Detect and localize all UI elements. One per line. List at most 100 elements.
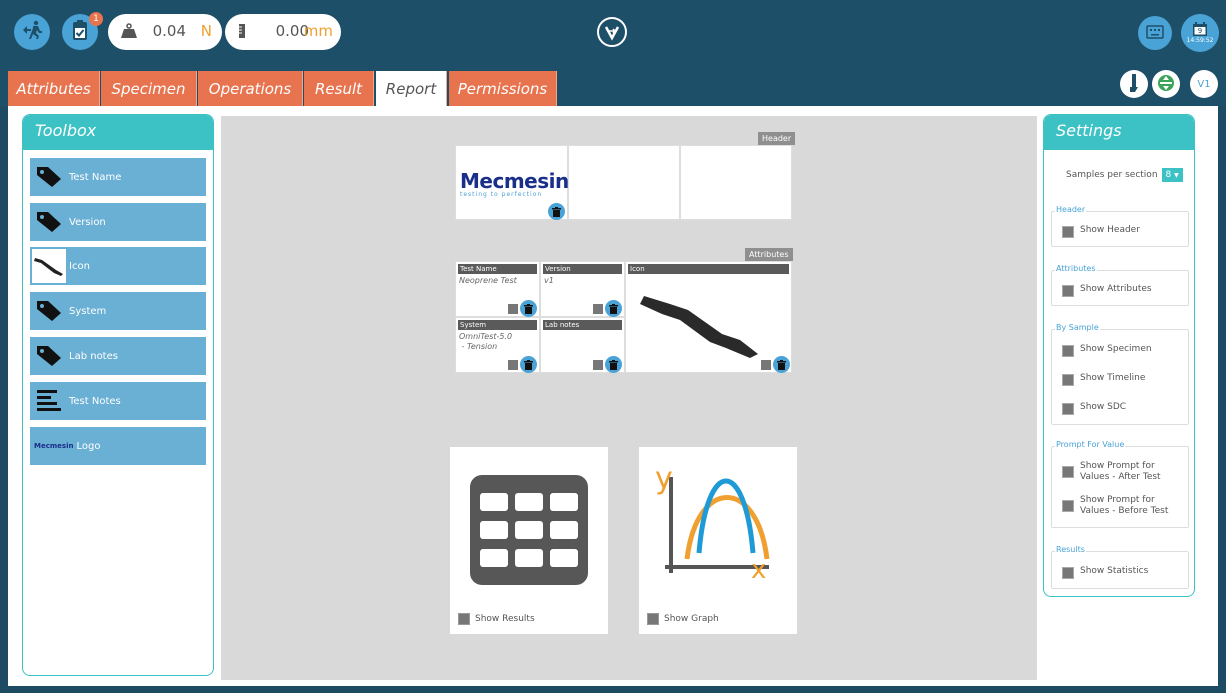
- show-graph-checkbox[interactable]: [647, 613, 659, 625]
- specimen-icon: [1128, 73, 1140, 96]
- header-cell-2[interactable]: [568, 145, 680, 220]
- calendar-day: 9: [1197, 27, 1203, 35]
- show-results-label: Show Results: [475, 614, 535, 624]
- mecmesin-emblem-icon: [597, 17, 627, 47]
- results-card[interactable]: Show Results: [450, 447, 608, 634]
- show-specimen-option[interactable]: Show Specimen: [1062, 344, 1152, 357]
- show-sdc-option[interactable]: Show SDC: [1062, 402, 1126, 415]
- toolbox-item-label: Icon: [69, 260, 90, 272]
- ruler-icon: [237, 23, 247, 43]
- visibility-toggle[interactable]: [593, 360, 603, 370]
- trash-icon: [777, 359, 786, 370]
- toolbox-item-label: Lab notes: [69, 350, 118, 362]
- header-section-tag: Header: [758, 132, 796, 145]
- checkbox[interactable]: [1062, 285, 1074, 297]
- toolbox-item-label: System: [69, 305, 107, 317]
- show-header-option[interactable]: Show Header: [1062, 225, 1140, 238]
- delete-attribute-button[interactable]: [773, 356, 790, 373]
- top-bar: 1 0.04 N 0.00 mm 9 14:59:52: [0, 0, 1226, 64]
- toolbox-item-label: Test Notes: [69, 395, 121, 407]
- attribute-cell-icon[interactable]: Icon: [625, 261, 792, 373]
- tab-operations[interactable]: Operations: [198, 71, 303, 106]
- delete-attribute-button[interactable]: [605, 356, 622, 373]
- settings-group-header: Header Show Header: [1051, 205, 1189, 247]
- toolbox-item-icon[interactable]: Icon: [30, 247, 206, 285]
- trash-icon: [609, 359, 618, 370]
- settings-title: Settings: [1044, 115, 1194, 150]
- show-results-checkbox[interactable]: [458, 613, 470, 625]
- text-lines-icon: [32, 384, 66, 418]
- settings-group-prompt-for-value: Prompt For Value Show Prompt for Values …: [1051, 440, 1189, 528]
- load-readout: 0.04 N: [108, 14, 222, 50]
- chevron-down-icon: ▼: [1174, 172, 1179, 179]
- delete-logo-button[interactable]: [548, 203, 565, 220]
- mecmesin-logo-icon: Mecmesin: [34, 442, 74, 450]
- settings-group-results: Results Show Statistics: [1051, 545, 1189, 589]
- samples-per-section-row: Samples per section 8 ▼: [1066, 168, 1183, 182]
- keyboard-button[interactable]: [1138, 16, 1172, 50]
- toolbox-item-test-notes[interactable]: Test Notes: [30, 382, 206, 420]
- show-prompt-after-option[interactable]: Show Prompt for Values - After Test: [1062, 461, 1184, 483]
- toolbox-item-logo[interactable]: Mecmesin Logo: [30, 427, 206, 465]
- attribute-cell-lab-notes[interactable]: Lab notes: [540, 317, 625, 373]
- visibility-toggle[interactable]: [593, 304, 603, 314]
- clock-time: 14:59:52: [1186, 37, 1214, 44]
- show-statistics-option[interactable]: Show Statistics: [1062, 566, 1148, 579]
- attribute-cell-version[interactable]: Version v1: [540, 261, 625, 317]
- running-person-icon: [21, 20, 43, 44]
- notification-badge: 1: [89, 12, 103, 26]
- delete-attribute-button[interactable]: [605, 300, 622, 317]
- checkbox[interactable]: [1062, 466, 1074, 478]
- header-cell-3[interactable]: [680, 145, 792, 220]
- checkbox[interactable]: [1062, 374, 1074, 386]
- toolbox-item-label: Version: [69, 216, 106, 228]
- toolbox-item-test-name[interactable]: Test Name: [30, 158, 206, 196]
- tab-result[interactable]: Result: [304, 71, 374, 106]
- tab-bar: Attributes Specimen Operations Result Re…: [0, 64, 1226, 106]
- version-badge[interactable]: V1: [1190, 70, 1218, 98]
- graph-y-axis-letter: y: [655, 461, 673, 496]
- tab-attributes[interactable]: Attributes: [8, 71, 100, 106]
- tab-specimen[interactable]: Specimen: [101, 71, 197, 106]
- toolbox-item-system[interactable]: System: [30, 292, 206, 330]
- load-unit: N: [200, 22, 212, 40]
- samples-per-section-label: Samples per section: [1066, 170, 1158, 180]
- visibility-toggle[interactable]: [761, 360, 771, 370]
- show-timeline-option[interactable]: Show Timeline: [1062, 373, 1145, 386]
- tag-icon: [32, 205, 66, 239]
- exit-button[interactable]: [14, 14, 50, 50]
- graph-card[interactable]: y x Show Graph: [639, 447, 797, 634]
- toolbox-item-label: Logo: [76, 440, 101, 452]
- graph-x-axis-letter: x: [751, 555, 767, 585]
- checkbox[interactable]: [1062, 226, 1074, 238]
- attribute-cell-test-name[interactable]: Test Name Neoprene Test: [455, 261, 540, 317]
- header-logo-cell[interactable]: Mecmesin testing to perfection: [455, 145, 569, 220]
- delete-attribute-button[interactable]: [520, 300, 537, 317]
- checkbox[interactable]: [1062, 345, 1074, 357]
- trash-icon: [552, 206, 561, 217]
- visibility-toggle[interactable]: [508, 304, 518, 314]
- show-prompt-before-option[interactable]: Show Prompt for Values - Before Test: [1062, 495, 1184, 517]
- specimen-image-icon: [32, 249, 66, 283]
- delete-attribute-button[interactable]: [520, 356, 537, 373]
- toolbox-item-lab-notes[interactable]: Lab notes: [30, 337, 206, 375]
- tab-report[interactable]: Report: [376, 71, 447, 106]
- checkbox[interactable]: [1062, 500, 1074, 512]
- specimen-button[interactable]: [1120, 70, 1148, 98]
- crosshead-button[interactable]: [1152, 70, 1180, 98]
- visibility-toggle[interactable]: [508, 360, 518, 370]
- checkbox[interactable]: [1062, 567, 1074, 579]
- load-value: 0.04: [152, 22, 186, 40]
- trash-icon: [609, 303, 618, 314]
- settings-panel: Settings Samples per section 8 ▼ Header …: [1043, 114, 1195, 597]
- attribute-cell-system[interactable]: System OmniTest-5.0 - Tension: [455, 317, 540, 373]
- samples-per-section-select[interactable]: 8 ▼: [1161, 168, 1183, 182]
- tab-permissions[interactable]: Permissions: [449, 71, 557, 106]
- checkbox[interactable]: [1062, 403, 1074, 415]
- toolbox-panel: Toolbox Test Name Version Icon System La…: [22, 114, 214, 676]
- calendar-clock-button[interactable]: 9 14:59:52: [1181, 14, 1219, 52]
- weight-icon: [120, 23, 138, 43]
- toolbox-item-version[interactable]: Version: [30, 203, 206, 241]
- report-editor: Toolbox Test Name Version Icon System La…: [8, 106, 1218, 686]
- show-attributes-option[interactable]: Show Attributes: [1062, 284, 1152, 297]
